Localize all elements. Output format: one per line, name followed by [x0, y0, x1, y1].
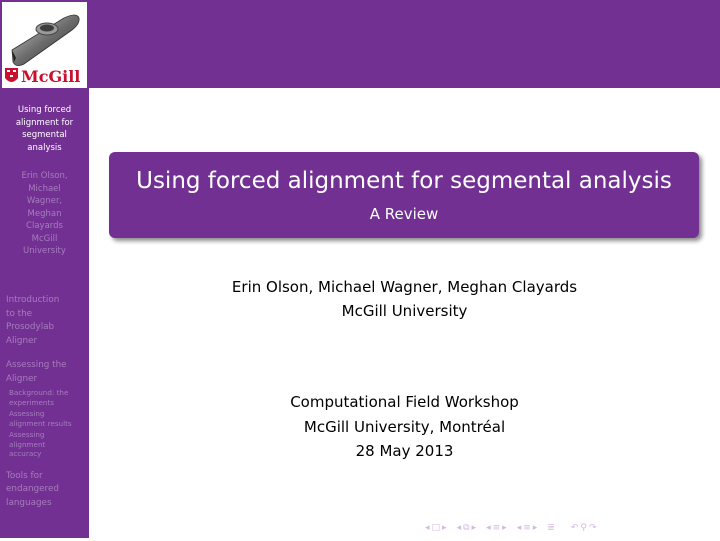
arrow-right-icon[interactable]: ▸: [442, 523, 447, 533]
arrow-left-icon[interactable]: ◂: [425, 523, 430, 533]
subsubsection-nav: ◂ ≡ ▸: [517, 523, 540, 533]
event-name: Computational Field Workshop: [290, 393, 519, 411]
arrow-left-icon[interactable]: ◂: [457, 523, 462, 533]
frame-nav: ◂ □ ▸: [425, 523, 449, 533]
sidebar-subsection-accuracy[interactable]: Assessing alignment accuracy: [6, 430, 89, 459]
arrow-left-icon[interactable]: ◂: [486, 523, 491, 533]
search-icon[interactable]: ⚲: [580, 523, 587, 533]
document-icon[interactable]: ≣: [547, 523, 555, 533]
mcgill-crest-icon: [5, 68, 18, 82]
sidebar-authors: Erin Olson, Michael Wagner, Meghan Claya…: [21, 171, 68, 256]
header-bar: [0, 0, 720, 88]
mcgill-wordmark: McGill: [21, 67, 80, 86]
slide-subtitle: A Review: [369, 205, 439, 223]
sidebar-navigation: Introduction to the Prosodylab Aligner A…: [6, 294, 89, 521]
arrow-right-icon[interactable]: ▸: [533, 523, 538, 533]
sidebar-section-tools[interactable]: Tools for endangered languages: [6, 470, 89, 511]
beamer-navigation-bar: ◂ □ ▸ ◂ ⧉ ▸ ◂ ≡ ▸ ◂ ≡ ▸ ≣ ↶ ⚲ ↷: [425, 521, 607, 535]
sidebar-presentation-title[interactable]: Using forced alignment for segmental ana…: [0, 104, 89, 154]
event-block: Computational Field Workshop McGill Univ…: [89, 390, 720, 464]
sidebar-section-assessing[interactable]: Assessing the Aligner: [6, 359, 89, 386]
title-box: Using forced alignment for segmental ana…: [109, 152, 699, 238]
subsection-icon[interactable]: ⧉: [463, 523, 469, 533]
subsubsection-icon[interactable]: ≡: [523, 523, 531, 533]
slide-title: Using forced alignment for segmental ana…: [136, 168, 672, 194]
section-icon[interactable]: ≡: [493, 523, 501, 533]
undo-icon[interactable]: ↶: [571, 523, 579, 533]
author-names: Erin Olson, Michael Wagner, Meghan Claya…: [231, 278, 578, 296]
arrow-right-icon[interactable]: ▸: [502, 523, 507, 533]
arrow-left-icon[interactable]: ◂: [517, 523, 522, 533]
section-nav: ◂ ≡ ▸: [486, 523, 509, 533]
author-block: Erin Olson, Michael Wagner, Meghan Claya…: [89, 275, 720, 323]
search-nav: ↶ ⚲ ↷: [571, 523, 599, 533]
subsection-nav: ◂ ⧉ ▸: [457, 523, 479, 533]
sidebar-subsection-background[interactable]: Background: the experiments: [6, 388, 89, 407]
redo-icon[interactable]: ↷: [589, 523, 597, 533]
mcgill-logo: McGill: [2, 2, 87, 88]
event-date: 28 May 2013: [355, 442, 454, 460]
author-institution: McGill University: [341, 302, 468, 320]
sidebar-section-introduction[interactable]: Introduction to the Prosodylab Aligner: [6, 294, 89, 348]
kazoo-icon: [11, 14, 80, 66]
frame-icon[interactable]: □: [432, 523, 441, 533]
arrow-right-icon[interactable]: ▸: [472, 523, 477, 533]
event-location: McGill University, Montréal: [303, 417, 506, 436]
sidebar-subsections: Background: the experiments Assessing al…: [6, 388, 89, 459]
sidebar-subsection-results[interactable]: Assessing alignment results: [6, 409, 89, 428]
sidebar: Using forced alignment for segmental ana…: [0, 88, 89, 538]
document-nav: ≣: [547, 523, 557, 533]
